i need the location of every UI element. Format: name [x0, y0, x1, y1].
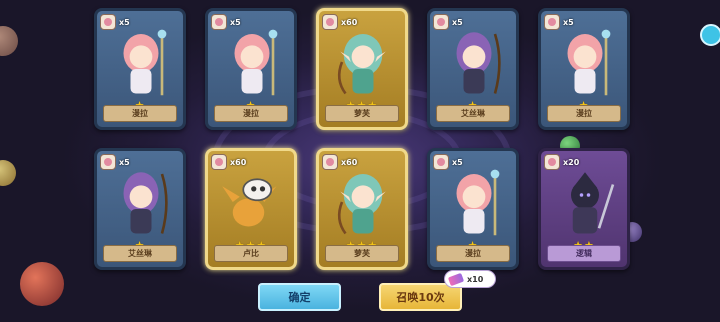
fragment-count: x5 — [230, 17, 241, 27]
fragment-count: x5 — [452, 17, 463, 27]
hero-name: 萝芙 — [325, 105, 399, 122]
hero-card[interactable]: x5★艾丝琳 — [94, 148, 186, 270]
hero-name: 漫拉 — [547, 105, 621, 122]
hero-portrait — [329, 27, 397, 107]
hero-portrait — [329, 167, 397, 247]
fragment-count: x5 — [119, 157, 130, 167]
hero-portrait — [107, 27, 175, 107]
fragment-count: x5 — [563, 17, 574, 27]
hero-portrait — [551, 167, 619, 247]
hero-name: 艾丝琳 — [103, 245, 177, 262]
hero-name: 卢比 — [214, 245, 288, 262]
hero-name: 漫拉 — [214, 105, 288, 122]
hero-portrait — [218, 167, 286, 247]
summon-results-screen: x5★漫拉x5★漫拉x60★★★萝芙x5★艾丝琳x5★漫拉x5★艾丝琳x60★★… — [0, 0, 720, 322]
hero-card[interactable]: x60★★★卢比 — [205, 148, 297, 270]
hero-card[interactable]: x60★★★萝芙 — [316, 148, 408, 270]
confirm-button[interactable]: 确定 — [258, 283, 341, 311]
hero-name: 萝芙 — [325, 245, 399, 262]
hero-portrait — [218, 27, 286, 107]
fragment-count: x60 — [230, 157, 247, 167]
hero-name: 逻辑 — [547, 245, 621, 262]
fragment-count: x5 — [452, 157, 463, 167]
galaxy-map-icon[interactable] — [700, 24, 720, 46]
hero-name: 漫拉 — [103, 105, 177, 122]
hero-card[interactable]: x5★漫拉 — [205, 8, 297, 130]
hero-card[interactable]: x60★★★萝芙 — [316, 8, 408, 130]
hero-name: 漫拉 — [436, 245, 510, 262]
summon-ticket-icon — [447, 272, 465, 286]
ticket-count: x10 — [467, 274, 484, 284]
summon-ticket-badge: x10 — [444, 270, 496, 288]
hero-portrait — [440, 167, 508, 247]
hero-card[interactable]: x5★漫拉 — [427, 148, 519, 270]
hero-card[interactable]: x5★艾丝琳 — [427, 8, 519, 130]
hero-portrait — [551, 27, 619, 107]
hero-portrait — [107, 167, 175, 247]
fragment-count: x60 — [341, 157, 358, 167]
fragment-count: x20 — [563, 157, 580, 167]
planet-decoration — [20, 262, 64, 306]
fragment-count: x5 — [119, 17, 130, 27]
hero-portrait — [440, 27, 508, 107]
hero-card[interactable]: x5★漫拉 — [94, 8, 186, 130]
hero-card[interactable]: x20★★逻辑 — [538, 148, 630, 270]
hero-name: 艾丝琳 — [436, 105, 510, 122]
planet-decoration — [0, 160, 16, 186]
hero-card[interactable]: x5★漫拉 — [538, 8, 630, 130]
planet-decoration — [0, 26, 18, 56]
fragment-count: x60 — [341, 17, 358, 27]
